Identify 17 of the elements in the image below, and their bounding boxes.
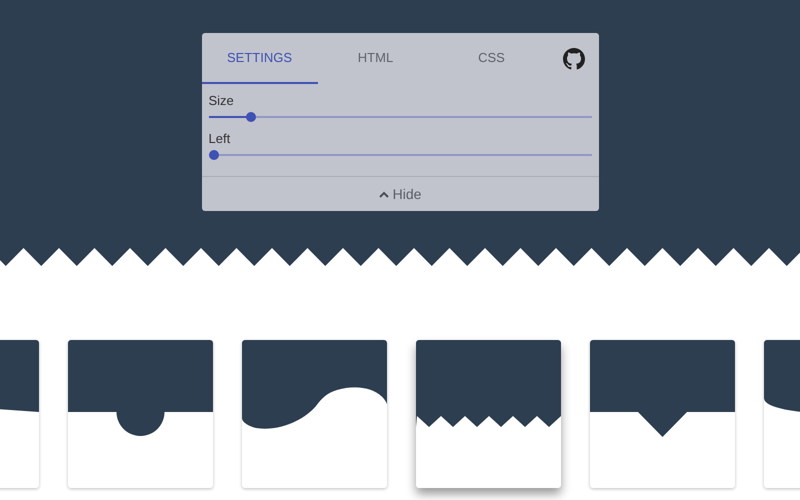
tab[interactable]: CSS (434, 33, 550, 84)
divider-preset-card[interactable] (242, 340, 387, 488)
hide-button[interactable]: Hide (378, 184, 422, 204)
slider-label: Left (208, 130, 232, 147)
slider-track[interactable] (208, 150, 592, 160)
slider-label: Size (208, 92, 235, 109)
chevron-up-icon (378, 190, 389, 198)
github-icon[interactable] (562, 48, 584, 70)
divider-preset-card[interactable] (68, 340, 213, 488)
divider-shape (0, 340, 39, 412)
slider-track[interactable] (208, 112, 592, 122)
tab[interactable]: SETTINGS (202, 33, 318, 84)
divider-preset-card[interactable] (590, 340, 735, 488)
slider-thumb[interactable] (246, 112, 256, 122)
divider-shape (764, 340, 800, 412)
tab[interactable]: HTML (318, 33, 434, 84)
slider-thumb[interactable] (208, 150, 218, 160)
